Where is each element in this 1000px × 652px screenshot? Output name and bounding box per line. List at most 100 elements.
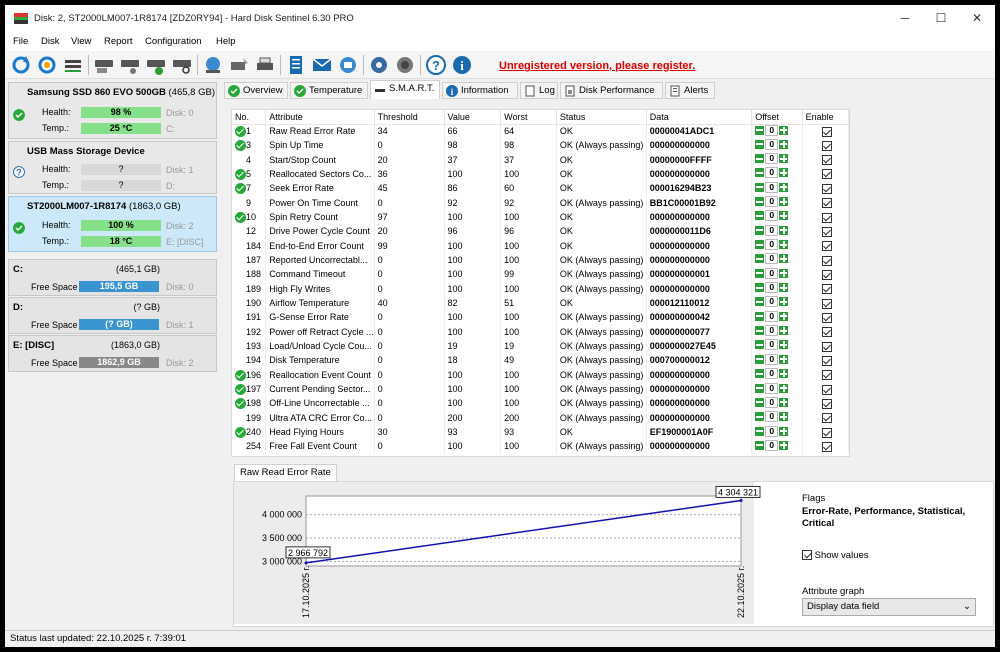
minus-icon[interactable] <box>755 268 765 278</box>
info-icon[interactable]: i <box>451 54 473 76</box>
plus-icon[interactable] <box>779 225 789 235</box>
minus-icon[interactable] <box>755 426 765 436</box>
minus-icon[interactable] <box>755 297 765 307</box>
sound-icon[interactable] <box>394 54 416 76</box>
unregistered-link[interactable]: Unregistered version, please register. <box>499 60 695 72</box>
enable-checkbox[interactable] <box>821 341 832 352</box>
plus-icon[interactable] <box>779 182 789 192</box>
minus-icon[interactable] <box>755 240 765 250</box>
table-row[interactable]: 197 Current Pending Sector... 0 100 100 OK (A… <box>232 382 849 397</box>
refresh-icon[interactable] <box>10 54 32 76</box>
plus-icon[interactable] <box>779 369 789 379</box>
show-values-checkbox[interactable]: Show values <box>802 550 869 561</box>
offset-value[interactable]: 0 <box>765 124 779 136</box>
tab-temperature[interactable]: Temperature <box>290 82 368 99</box>
disk-search-icon[interactable] <box>171 54 193 76</box>
enable-checkbox[interactable] <box>821 183 832 194</box>
col-threshold[interactable]: Threshold <box>374 110 445 125</box>
table-row[interactable]: 3 Spin Up Time 0 98 98 OK (Always passing) 000… <box>232 138 849 153</box>
plus-icon[interactable] <box>779 412 789 422</box>
enable-checkbox[interactable] <box>821 198 832 209</box>
offset-value[interactable]: 0 <box>765 196 779 208</box>
menu-file[interactable]: File <box>13 36 28 47</box>
minus-icon[interactable] <box>755 254 765 264</box>
plus-icon[interactable] <box>779 168 789 178</box>
plus-icon[interactable] <box>779 297 789 307</box>
disk-test-icon[interactable] <box>93 54 115 76</box>
plus-icon[interactable] <box>779 125 789 135</box>
disk-surface-icon[interactable] <box>119 54 141 76</box>
enable-checkbox[interactable] <box>821 384 832 395</box>
minus-icon[interactable] <box>755 139 765 149</box>
minus-icon[interactable] <box>755 225 765 235</box>
enable-checkbox[interactable] <box>821 370 832 381</box>
table-row[interactable]: 194 Disk Temperature 0 18 49 OK (Always passi… <box>232 353 849 368</box>
plus-icon[interactable] <box>779 268 789 278</box>
enable-checkbox[interactable] <box>821 413 832 424</box>
menu-report[interactable]: Report <box>104 36 133 47</box>
col-value[interactable]: Value <box>444 110 502 125</box>
menu-configuration[interactable]: Configuration <box>145 36 202 47</box>
tab-overview[interactable]: Overview <box>224 82 288 99</box>
disk-item-0[interactable]: Samsung SSD 860 EVO 500GB (465,8 GB) Hea… <box>8 82 217 139</box>
minus-icon[interactable] <box>755 369 765 379</box>
offset-value[interactable]: 0 <box>765 239 779 251</box>
table-row[interactable]: 1 Raw Read Error Rate 34 66 64 OK 00000041ADC1… <box>232 124 849 139</box>
offset-value[interactable]: 0 <box>765 282 779 294</box>
col-enable[interactable]: Enable <box>802 110 849 125</box>
offset-value[interactable]: 0 <box>765 353 779 365</box>
offset-value[interactable]: 0 <box>765 411 779 423</box>
disk-item-1[interactable]: USB Mass Storage Device ? Health: ? Disk… <box>8 141 217 194</box>
minus-icon[interactable] <box>755 283 765 293</box>
title-bar[interactable]: Disk: 2, ST2000LM007-1R8174 [ZDZ0RY94] -… <box>5 5 995 32</box>
table-row[interactable]: 192 Power off Retract Cycle ... 0 100 100 OK … <box>232 324 849 340</box>
plus-icon[interactable] <box>779 254 789 264</box>
offset-value[interactable]: 0 <box>765 325 779 337</box>
offset-value[interactable]: 0 <box>765 167 779 179</box>
col-data[interactable]: Data <box>646 110 753 125</box>
enable-checkbox[interactable] <box>821 255 832 266</box>
email-icon[interactable] <box>311 54 333 76</box>
volume-d[interactable]: D: (? GB) Free Space (? GB) Disk: 1 <box>8 297 217 334</box>
table-row[interactable]: 189 High Fly Writes 0 100 100 OK (Always pass… <box>232 281 849 297</box>
col-worst[interactable]: Worst <box>500 110 557 125</box>
minus-icon[interactable] <box>755 397 765 407</box>
minus-icon[interactable] <box>755 168 765 178</box>
table-row[interactable]: 193 Load/Unload Cycle Cou... 0 19 19 OK (Alwa… <box>232 339 849 354</box>
maximize-button[interactable]: ☐ <box>923 5 959 32</box>
menu-help[interactable]: Help <box>216 36 236 47</box>
offset-value[interactable]: 0 <box>765 382 779 394</box>
tab-information[interactable]: i Information <box>442 82 518 99</box>
settings-icon[interactable] <box>368 54 390 76</box>
plus-icon[interactable] <box>779 354 789 364</box>
col-attribute[interactable]: Attribute <box>265 110 375 125</box>
table-row[interactable]: 191 G-Sense Error Rate 0 100 100 OK (Always p… <box>232 310 849 325</box>
tools-icon[interactable] <box>228 54 250 76</box>
volume-c[interactable]: C: (465,1 GB) Free Space 195,5 GB Disk: … <box>8 259 217 296</box>
tab-alerts[interactable]: Alerts <box>665 82 715 99</box>
minimize-button[interactable]: ─ <box>887 5 923 32</box>
enable-checkbox[interactable] <box>821 284 832 295</box>
table-row[interactable]: 187 Reported Uncorrectabl... 0 100 100 OK (Al… <box>232 253 849 268</box>
graph-tab[interactable]: Raw Read Error Rate <box>234 464 337 482</box>
minus-icon[interactable] <box>755 340 765 350</box>
offset-value[interactable]: 0 <box>765 153 779 165</box>
menu-disk[interactable]: Disk <box>41 36 59 47</box>
table-row[interactable]: 5 Reallocated Sectors Co... 36 100 100 OK 0000… <box>232 167 849 182</box>
offset-value[interactable]: 0 <box>765 224 779 236</box>
enable-checkbox[interactable] <box>821 126 832 137</box>
enable-checkbox[interactable] <box>821 212 832 223</box>
offset-value[interactable]: 0 <box>765 439 779 451</box>
plus-icon[interactable] <box>779 283 789 293</box>
plus-icon[interactable] <box>779 440 789 450</box>
refresh-all-icon[interactable] <box>36 54 58 76</box>
checkbox-icon[interactable] <box>802 550 812 561</box>
enable-checkbox[interactable] <box>821 169 832 180</box>
plus-icon[interactable] <box>779 139 789 149</box>
enable-checkbox[interactable] <box>821 155 832 166</box>
disk-item-2[interactable]: ST2000LM007-1R8174 (1863,0 GB) Health: 1… <box>8 196 217 252</box>
offset-value[interactable]: 0 <box>765 368 779 380</box>
offset-value[interactable]: 0 <box>765 339 779 351</box>
send-icon[interactable] <box>337 54 359 76</box>
enable-checkbox[interactable] <box>821 442 832 453</box>
